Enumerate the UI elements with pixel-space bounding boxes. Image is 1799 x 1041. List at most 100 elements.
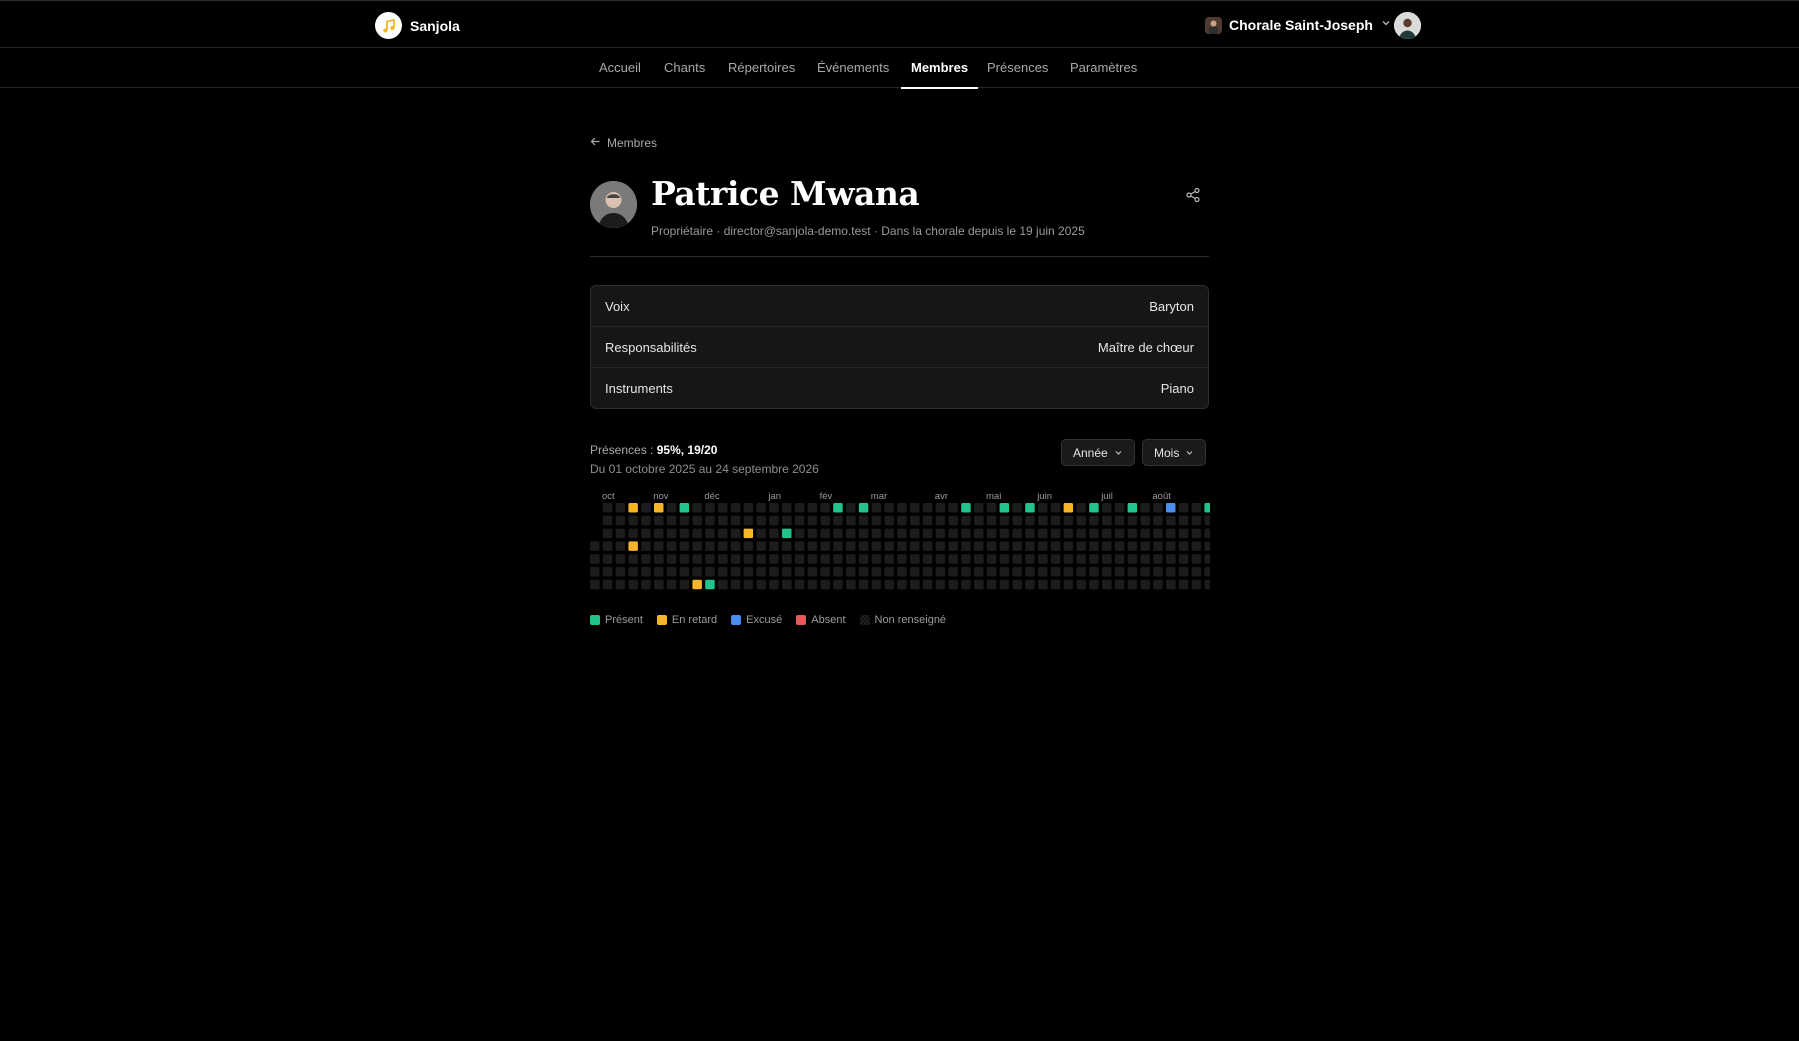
tab-chants[interactable]: Chants xyxy=(664,48,705,87)
day-cell-late[interactable] xyxy=(692,579,702,590)
detail-row-responsabilites: Responsabilités Maître de chœur xyxy=(591,327,1208,368)
day-cell-late[interactable] xyxy=(1063,503,1074,513)
legend-label: Non renseigné xyxy=(874,614,947,626)
day-cell xyxy=(871,503,882,513)
day-cell xyxy=(948,567,958,577)
day-cell-present[interactable] xyxy=(1025,503,1035,513)
choir-switcher[interactable]: Chorale Saint-Joseph xyxy=(1205,16,1392,34)
day-cell xyxy=(1153,541,1163,551)
day-cell-present[interactable] xyxy=(833,503,843,513)
day-cell xyxy=(820,579,830,590)
day-cell-present[interactable] xyxy=(1127,503,1138,513)
day-cell xyxy=(1166,554,1176,564)
day-cell xyxy=(1166,567,1176,577)
detail-value: Baryton xyxy=(1149,298,1194,314)
day-cell xyxy=(1063,541,1074,551)
day-cell-present[interactable] xyxy=(705,579,715,590)
day-cell xyxy=(1114,503,1125,513)
day-cell-late[interactable] xyxy=(743,528,754,539)
day-cell xyxy=(794,541,805,551)
day-cell xyxy=(769,567,779,577)
day-cell xyxy=(615,554,626,564)
day-cell xyxy=(590,579,600,590)
day-cell xyxy=(922,515,933,526)
day-cell xyxy=(794,579,805,590)
day-cell-present[interactable] xyxy=(782,528,792,539)
tab-presences[interactable]: Présences xyxy=(987,48,1048,87)
day-cell xyxy=(1127,515,1138,526)
day-cell-late[interactable] xyxy=(628,503,638,513)
day-cell xyxy=(628,579,638,590)
arrow-left-icon xyxy=(590,136,601,150)
back-link[interactable]: Membres xyxy=(590,136,657,150)
day-cell xyxy=(897,579,907,590)
day-cell xyxy=(1063,515,1074,526)
day-cell xyxy=(679,528,690,539)
day-cell xyxy=(679,554,690,564)
day-cell-present[interactable] xyxy=(961,503,971,513)
attendance-label: Présences : xyxy=(590,443,654,457)
day-cell xyxy=(820,541,830,551)
day-cell xyxy=(654,554,664,564)
day-cell-present[interactable] xyxy=(858,503,869,513)
day-cell xyxy=(1102,528,1112,539)
day-cell xyxy=(1089,515,1099,526)
day-cell xyxy=(743,541,754,551)
day-cell-present[interactable] xyxy=(679,503,690,513)
day-cell xyxy=(730,528,741,539)
day-cell xyxy=(692,503,702,513)
tab-parametres[interactable]: Paramètres xyxy=(1070,48,1137,87)
chevron-down-icon xyxy=(1185,446,1194,460)
day-cell xyxy=(948,554,958,564)
brand[interactable]: Sanjola xyxy=(375,12,460,39)
day-cell-excused[interactable] xyxy=(1166,503,1176,513)
back-link-label: Membres xyxy=(607,136,658,150)
day-cell xyxy=(718,528,728,539)
day-cell xyxy=(679,567,690,577)
tab-repertoires[interactable]: Répertoires xyxy=(728,48,795,87)
day-cell xyxy=(730,567,741,577)
day-cell xyxy=(756,503,766,513)
day-cell xyxy=(590,567,600,577)
day-cell xyxy=(628,554,638,564)
day-cell xyxy=(1140,567,1150,577)
day-cell xyxy=(782,503,792,513)
day-cell xyxy=(833,554,843,564)
day-cell xyxy=(1076,528,1086,539)
day-cell-present[interactable] xyxy=(999,503,1010,513)
granularity-select[interactable]: Mois xyxy=(1142,439,1207,466)
day-cell xyxy=(1204,567,1210,577)
day-cell xyxy=(641,541,651,551)
day-cell xyxy=(910,579,920,590)
user-avatar[interactable] xyxy=(1394,12,1421,39)
legend-item-excused: Excusé xyxy=(731,614,782,626)
period-select[interactable]: Année xyxy=(1061,439,1135,466)
month-label: juil xyxy=(1100,491,1113,502)
day-cell-present[interactable] xyxy=(1089,503,1099,513)
day-cell xyxy=(833,515,843,526)
day-cell xyxy=(1012,503,1022,513)
share-icon[interactable] xyxy=(1184,186,1202,204)
day-cell xyxy=(961,515,971,526)
day-cell xyxy=(820,567,830,577)
day-cell xyxy=(615,515,626,526)
day-cell-late[interactable] xyxy=(628,541,638,551)
day-cell xyxy=(884,541,894,551)
day-cell xyxy=(871,567,882,577)
day-cell xyxy=(858,567,869,577)
day-cell xyxy=(705,503,715,513)
day-cell xyxy=(1178,503,1189,513)
day-cell xyxy=(935,503,946,513)
day-cell xyxy=(999,541,1010,551)
day-cell xyxy=(897,541,907,551)
detail-row-voix: Voix Baryton xyxy=(591,286,1208,327)
detail-label: Voix xyxy=(605,298,630,314)
day-cell-present[interactable] xyxy=(1204,503,1210,513)
tab-evenements[interactable]: Événements xyxy=(817,48,889,87)
day-cell xyxy=(1038,515,1048,526)
day-cell xyxy=(871,528,882,539)
tab-membres[interactable]: Membres xyxy=(901,48,979,89)
day-cell xyxy=(1140,528,1150,539)
day-cell-late[interactable] xyxy=(654,503,664,513)
tab-accueil[interactable]: Accueil xyxy=(599,48,641,87)
